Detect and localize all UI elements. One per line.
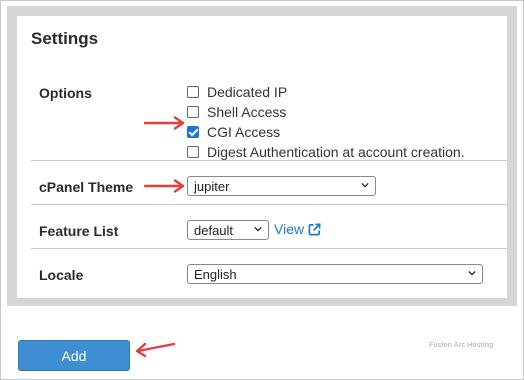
option-dedicated-ip[interactable]: Dedicated IP	[187, 83, 287, 101]
external-link-icon[interactable]	[308, 223, 321, 236]
arrow-icon	[144, 116, 185, 130]
add-button[interactable]: Add	[18, 340, 130, 371]
dedicated-ip-checkbox[interactable]	[187, 86, 199, 98]
cpanel-theme-select[interactable]: jupiter	[187, 176, 376, 196]
watermark: Fusion Arc Hosting	[429, 342, 494, 349]
cpanel-theme-value: jupiter	[194, 178, 230, 194]
chevron-down-icon	[254, 226, 262, 232]
page-frame: Settings Options Dedicated IP Shell Acce…	[0, 0, 524, 380]
settings-panel: Settings Options Dedicated IP Shell Acce…	[7, 6, 517, 306]
option-cgi-access[interactable]: CGI Access	[187, 123, 280, 141]
feature-list-view-link[interactable]: View	[274, 221, 321, 237]
divider	[31, 160, 507, 161]
options-label: Options	[39, 85, 92, 101]
settings-title: Settings	[31, 29, 99, 48]
settings-panel-inner: Settings Options Dedicated IP Shell Acce…	[17, 16, 507, 298]
locale-value: English	[194, 266, 237, 282]
divider	[31, 204, 507, 205]
digest-auth-label: Digest Authentication at account creatio…	[207, 144, 465, 160]
shell-access-label: Shell Access	[207, 104, 287, 120]
cpanel-theme-label: cPanel Theme	[39, 179, 134, 195]
chevron-down-icon	[468, 270, 476, 276]
cgi-access-checkbox[interactable]	[187, 126, 199, 138]
arrow-icon	[135, 342, 176, 358]
option-shell-access[interactable]: Shell Access	[187, 103, 286, 121]
feature-list-select[interactable]: default	[187, 220, 269, 240]
shell-access-checkbox[interactable]	[187, 106, 199, 118]
chevron-down-icon	[361, 182, 369, 188]
feature-list-label: Feature List	[39, 223, 119, 239]
digest-auth-checkbox[interactable]	[187, 146, 199, 158]
locale-label: Locale	[39, 267, 84, 283]
feature-list-value: default	[194, 222, 234, 238]
cgi-access-label: CGI Access	[207, 124, 281, 140]
arrow-icon	[144, 179, 185, 193]
view-link-label[interactable]: View	[274, 221, 304, 237]
locale-select[interactable]: English	[187, 264, 483, 284]
divider	[31, 248, 507, 249]
option-digest-auth[interactable]: Digest Authentication at account creatio…	[187, 143, 465, 161]
dedicated-ip-label: Dedicated IP	[207, 84, 288, 100]
